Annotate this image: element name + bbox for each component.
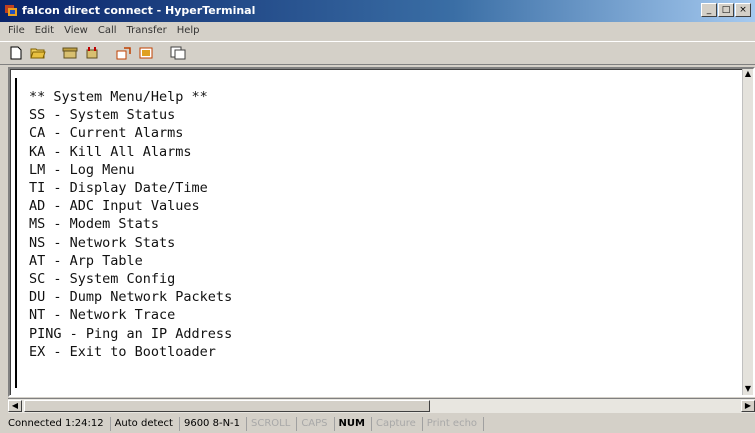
scroll-right-icon[interactable]: ▶ — [741, 400, 755, 412]
disconnect-button[interactable] — [82, 44, 102, 62]
terminal-cursor-bar — [15, 78, 17, 388]
receive-icon — [139, 47, 153, 59]
print-echo-indicator: Print echo — [423, 417, 485, 431]
terminal-line: PING - Ping an IP Address — [29, 325, 233, 342]
emulation-status: Auto detect — [111, 417, 180, 431]
terminal-line: DU - Dump Network Packets — [29, 289, 233, 306]
new-icon — [10, 46, 22, 60]
scroll-lock-indicator: SCROLL — [247, 417, 298, 431]
menu-file[interactable]: File — [4, 23, 31, 40]
num-lock-indicator: NUM — [335, 417, 372, 431]
terminal-frame: ** System Menu/Help ** SS - System Statu… — [8, 67, 755, 397]
terminal-line: AT - Arp Table — [29, 252, 143, 269]
receive-button[interactable] — [136, 44, 156, 62]
horizontal-scrollbar[interactable]: ◀ ▶ — [8, 398, 755, 413]
send-icon — [116, 47, 131, 60]
terminal-line: NT - Network Trace — [29, 307, 176, 324]
disconnect-icon — [86, 47, 98, 59]
terminal-line: KA - Kill All Alarms — [29, 143, 192, 160]
terminal-line: NS - Network Stats — [29, 234, 176, 251]
scroll-thumb[interactable] — [24, 400, 430, 412]
hyperterminal-window: falcon direct connect - HyperTerminal _ … — [0, 0, 755, 433]
send-button[interactable] — [114, 44, 134, 62]
window-title: falcon direct connect - HyperTerminal — [22, 4, 256, 17]
caps-lock-indicator: CAPS — [297, 417, 335, 431]
phone-icon — [62, 47, 78, 59]
terminal-line: AD - ADC Input Values — [29, 198, 200, 215]
status-bar: Connected 1:24:12 Auto detect 9600 8-N-1… — [0, 415, 755, 433]
minimize-button[interactable]: _ — [701, 3, 717, 17]
scroll-up-icon[interactable]: ▲ — [743, 69, 753, 80]
scroll-left-icon[interactable]: ◀ — [8, 400, 22, 412]
close-button[interactable]: × — [735, 3, 751, 17]
hyperterminal-icon — [5, 5, 17, 16]
open-icon — [30, 48, 46, 59]
capture-indicator: Capture — [372, 417, 423, 431]
connection-status: Connected 1:24:12 — [4, 417, 111, 431]
terminal-line: SS - System Status — [29, 107, 176, 124]
terminal-line: LM - Log Menu — [29, 161, 135, 178]
window-controls: _ □ × — [701, 3, 751, 17]
terminal-line: CA - Current Alarms — [29, 125, 184, 142]
terminal-line: EX - Exit to Bootloader — [29, 343, 216, 360]
scroll-down-icon[interactable]: ▼ — [743, 384, 753, 395]
vertical-scrollbar[interactable]: ▲ ▼ — [742, 69, 753, 395]
menu-call[interactable]: Call — [94, 23, 123, 40]
open-button[interactable] — [28, 44, 48, 62]
title-bar[interactable]: falcon direct connect - HyperTerminal _ … — [0, 0, 755, 22]
properties-icon — [170, 46, 186, 60]
new-connection-button[interactable] — [6, 44, 26, 62]
terminal-line: ** System Menu/Help ** — [29, 89, 208, 105]
menu-bar: File Edit View Call Transfer Help — [0, 23, 755, 40]
call-button[interactable] — [60, 44, 80, 62]
toolbar — [0, 41, 755, 65]
terminal-line: SC - System Config — [29, 271, 176, 288]
terminal-line: MS - Modem Stats — [29, 216, 160, 233]
terminal-line: TI - Display Date/Time — [29, 180, 208, 197]
menu-help[interactable]: Help — [173, 23, 206, 40]
properties-button[interactable] — [168, 44, 188, 62]
menu-transfer[interactable]: Transfer — [123, 23, 173, 40]
maximize-button[interactable]: □ — [718, 3, 734, 17]
menu-edit[interactable]: Edit — [31, 23, 60, 40]
menu-view[interactable]: View — [60, 23, 94, 40]
terminal-screen[interactable]: ** System Menu/Help ** SS - System Statu… — [10, 69, 743, 395]
port-settings: 9600 8-N-1 — [180, 417, 248, 431]
